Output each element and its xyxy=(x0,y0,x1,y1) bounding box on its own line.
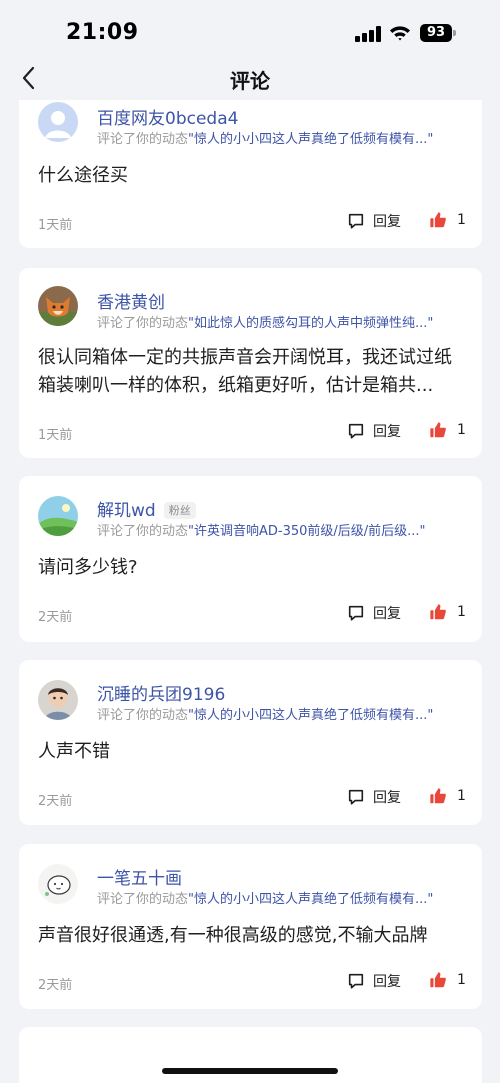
home-indicator[interactable] xyxy=(162,1068,338,1074)
comment-user-name[interactable]: 香港黄创 xyxy=(97,288,165,313)
status-time: 21:09 xyxy=(66,20,139,45)
avatar[interactable] xyxy=(38,286,78,326)
thumbs-up-icon xyxy=(430,788,446,804)
action-text: 评论了你的动态 xyxy=(97,132,189,147)
comment-user-name[interactable]: 一笔五十画 xyxy=(97,864,182,889)
comment-text: 请问多少钱? xyxy=(38,557,138,578)
photo-avatar-icon xyxy=(38,680,78,720)
post-ref-link[interactable]: "许英调音响AD-350前级/后级/前后级..." xyxy=(188,524,426,539)
like-count: 1 xyxy=(457,788,466,804)
action-text: 评论了你的动态 xyxy=(97,524,189,539)
doodle-avatar-icon xyxy=(38,864,78,904)
reply-button[interactable]: 回复 xyxy=(347,971,401,991)
comment-time: 1天前 xyxy=(38,428,73,443)
like-count: 1 xyxy=(457,972,466,988)
like-count: 1 xyxy=(457,422,466,438)
battery-level: 93 xyxy=(420,24,452,42)
comment-user-name[interactable]: 百度网友0bceda4 xyxy=(97,104,238,129)
thumbs-up-icon xyxy=(430,972,446,988)
comment-subline: 评论了你的动态"许英调音响AD-350前级/后级/前后级..." xyxy=(97,520,467,539)
reply-label: 回复 xyxy=(373,606,401,622)
reply-label: 回复 xyxy=(373,424,401,440)
like-count: 1 xyxy=(457,212,466,228)
action-text: 评论了你的动态 xyxy=(97,708,189,723)
reply-label: 回复 xyxy=(373,214,401,230)
avatar[interactable] xyxy=(38,864,78,904)
comment-text: 人声不错 xyxy=(38,741,110,762)
comment-bubble-icon xyxy=(348,789,364,805)
comment-list[interactable]: 百度网友0bceda4 评论了你的动态"惊人的小小四这人声真绝了低频有模有...… xyxy=(0,0,500,1083)
comment-subline: 评论了你的动态"惊人的小小四这人声真绝了低频有模有..." xyxy=(97,888,467,907)
avatar[interactable] xyxy=(38,496,78,536)
action-text: 评论了你的动态 xyxy=(97,316,189,331)
status-bar: 21:09 93 xyxy=(0,0,500,60)
comment-card[interactable] xyxy=(19,1027,482,1083)
comment-user-name[interactable]: 沉睡的兵团9196 xyxy=(97,680,225,705)
comment-time: 1天前 xyxy=(38,218,73,233)
like-button[interactable]: 1 xyxy=(429,211,466,229)
post-ref-link[interactable]: "惊人的小小四这人声真绝了低频有模有..." xyxy=(188,132,433,147)
page-title: 评论 xyxy=(230,69,270,93)
comment-text: 很认同箱体一定的共振声音会开阔悦耳，我还试过纸箱装喇叭一样的体积，纸箱更好听，估… xyxy=(38,347,452,396)
like-button[interactable]: 1 xyxy=(429,603,466,621)
comment-time: 2天前 xyxy=(38,610,73,625)
reply-label: 回复 xyxy=(373,790,401,806)
comment-bubble-icon xyxy=(348,973,364,989)
cellular-signal-icon xyxy=(355,26,381,42)
comment-subline: 评论了你的动态"惊人的小小四这人声真绝了低频有模有..." xyxy=(97,128,467,147)
comment-user-name[interactable]: 解玑wd 粉丝 xyxy=(97,496,196,521)
like-button[interactable]: 1 xyxy=(429,421,466,439)
comment-subline: 评论了你的动态"惊人的小小四这人声真绝了低频有模有..." xyxy=(97,704,467,723)
default-avatar-icon xyxy=(38,102,78,142)
thumbs-up-icon xyxy=(430,422,446,438)
landscape-avatar-icon xyxy=(38,496,78,536)
comment-card[interactable]: 解玑wd 粉丝 评论了你的动态"许英调音响AD-350前级/后级/前后级..." … xyxy=(19,476,482,642)
wifi-icon xyxy=(390,26,410,41)
comment-card[interactable]: 百度网友0bceda4 评论了你的动态"惊人的小小四这人声真绝了低频有模有...… xyxy=(19,82,482,248)
post-ref-link[interactable]: "如此惊人的质感勾耳的人声中频弹性纯..." xyxy=(188,316,433,331)
fan-badge: 粉丝 xyxy=(163,502,196,519)
post-ref-link[interactable]: "惊人的小小四这人声真绝了低频有模有..." xyxy=(188,892,433,907)
comment-bubble-icon xyxy=(348,605,364,621)
like-button[interactable]: 1 xyxy=(429,971,466,989)
navigation-bar: 评论 xyxy=(0,60,500,100)
thumbs-up-icon xyxy=(430,212,446,228)
comment-text: 声音很好很通透,有一种很高级的感觉,不输大品牌 xyxy=(38,925,428,946)
comment-text: 什么途径买 xyxy=(38,165,128,186)
comment-bubble-icon xyxy=(348,423,364,439)
battery-icon: 93 xyxy=(420,24,456,42)
comment-time: 2天前 xyxy=(38,794,73,809)
reply-button[interactable]: 回复 xyxy=(347,211,401,231)
reply-button[interactable]: 回复 xyxy=(347,421,401,441)
comment-card[interactable]: 沉睡的兵团9196 评论了你的动态"惊人的小小四这人声真绝了低频有模有..." … xyxy=(19,660,482,825)
like-count: 1 xyxy=(457,604,466,620)
comment-time: 2天前 xyxy=(38,978,73,993)
like-button[interactable]: 1 xyxy=(429,787,466,805)
comment-subline: 评论了你的动态"如此惊人的质感勾耳的人声中频弹性纯..." xyxy=(97,312,467,331)
post-ref-link[interactable]: "惊人的小小四这人声真绝了低频有模有..." xyxy=(188,708,433,723)
comment-card[interactable]: 一笔五十画 评论了你的动态"惊人的小小四这人声真绝了低频有模有..." 声音很好… xyxy=(19,844,482,1009)
user-name-text: 解玑wd xyxy=(97,501,156,521)
reply-label: 回复 xyxy=(373,974,401,990)
action-text: 评论了你的动态 xyxy=(97,892,189,907)
thumbs-up-icon xyxy=(430,604,446,620)
reply-button[interactable]: 回复 xyxy=(347,603,401,623)
reply-button[interactable]: 回复 xyxy=(347,787,401,807)
avatar[interactable] xyxy=(38,680,78,720)
comments-screen: 百度网友0bceda4 评论了你的动态"惊人的小小四这人声真绝了低频有模有...… xyxy=(0,0,500,1083)
avatar[interactable] xyxy=(38,102,78,142)
comment-card[interactable]: 香港黄创 评论了你的动态"如此惊人的质感勾耳的人声中频弹性纯..." 很认同箱体… xyxy=(19,268,482,458)
comment-bubble-icon xyxy=(348,213,364,229)
fox-avatar-icon xyxy=(38,286,78,326)
